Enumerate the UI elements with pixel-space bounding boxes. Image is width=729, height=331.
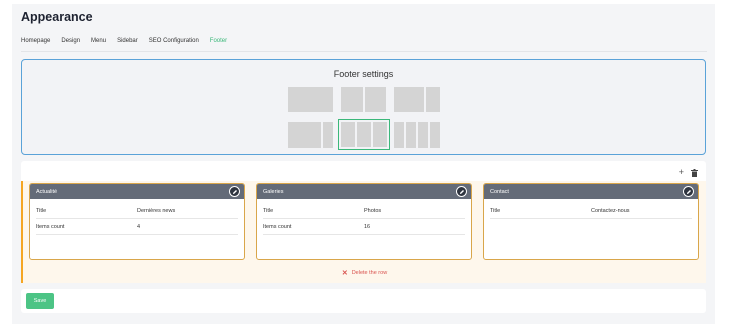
layout-block <box>394 87 425 112</box>
widget-card-contact: Contact Title Contactez-nous <box>483 183 699 260</box>
property-row: Items count 4 <box>36 219 238 235</box>
layout-block <box>418 122 428 148</box>
save-button[interactable]: Save <box>26 293 54 309</box>
card-header: Contact <box>484 184 698 199</box>
layout-block <box>373 122 387 147</box>
layout-block <box>288 87 333 112</box>
plus-icon[interactable]: + <box>679 168 684 177</box>
footer-settings-title: Footer settings <box>333 69 394 79</box>
layout-block <box>341 122 355 147</box>
tab-homepage[interactable]: Homepage <box>21 38 50 51</box>
footer-row-panel: + Actualité Title Dernières news Items c… <box>21 161 706 283</box>
layout-block <box>426 87 440 112</box>
pencil-icon <box>232 189 237 194</box>
close-icon: ✕ <box>341 270 348 277</box>
layout-option-2-columns[interactable] <box>340 86 387 113</box>
layout-option-2-columns-wide-narrow-alt[interactable] <box>287 121 334 149</box>
delete-row-button[interactable]: ✕ Delete the row <box>23 269 706 277</box>
layout-option-1-column[interactable] <box>287 86 334 113</box>
property-value: 16 <box>364 224 371 230</box>
property-value: Photos <box>364 208 382 214</box>
layout-block <box>364 87 386 112</box>
save-panel: Save <box>21 289 706 313</box>
property-label: Items count <box>263 224 292 230</box>
property-label: Title <box>36 208 47 214</box>
page-title: Appearance <box>21 10 93 24</box>
appearance-page: Appearance Homepage Design Menu Sidebar … <box>12 4 715 324</box>
layout-option-2-columns-wide-narrow[interactable] <box>393 86 441 113</box>
footer-settings-panel: Footer settings <box>21 59 706 155</box>
layout-block <box>323 122 333 148</box>
layout-block <box>357 122 371 147</box>
card-header: Actualité <box>30 184 244 199</box>
widget-card-actualite: Actualité Title Dernières news Items cou… <box>29 183 245 260</box>
tab-bar: Homepage Design Menu Sidebar SEO Configu… <box>21 38 707 52</box>
property-row: Title Dernières news <box>36 203 238 219</box>
layout-block <box>406 122 416 148</box>
card-title: Galeries <box>263 188 284 195</box>
property-row: Title Photos <box>263 203 465 219</box>
tab-footer[interactable]: Footer <box>210 38 227 51</box>
delete-row-label: Delete the row <box>351 270 388 276</box>
property-value: Dernières news <box>137 208 176 214</box>
tab-seo-configuration[interactable]: SEO Configuration <box>149 38 199 51</box>
card-title: Contact <box>490 188 509 195</box>
property-value: 4 <box>137 224 141 230</box>
tab-design[interactable]: Design <box>61 38 80 51</box>
layout-block <box>288 122 321 148</box>
pencil-icon <box>686 189 691 194</box>
edit-button[interactable] <box>229 186 240 197</box>
layout-block <box>394 122 404 148</box>
property-row: Items count 16 <box>263 219 465 235</box>
layout-option-3-columns[interactable] <box>338 119 390 150</box>
card-title: Actualité <box>36 188 58 195</box>
card-header: Galeries <box>257 184 471 199</box>
pencil-icon <box>459 189 464 194</box>
layout-block <box>341 87 363 112</box>
property-label: Title <box>490 208 501 214</box>
property-value: Contactez-nous <box>591 208 630 214</box>
trash-icon[interactable] <box>691 169 698 177</box>
property-label: Items count <box>36 224 65 230</box>
edit-button[interactable] <box>456 186 467 197</box>
layout-block <box>430 122 440 148</box>
property-row: Title Contactez-nous <box>490 203 692 219</box>
widget-card-galeries: Galeries Title Photos Items count 16 <box>256 183 472 260</box>
edit-button[interactable] <box>683 186 694 197</box>
tab-sidebar[interactable]: Sidebar <box>117 38 138 51</box>
footer-row: Actualité Title Dernières news Items cou… <box>21 181 706 283</box>
layout-option-4-columns[interactable] <box>393 121 441 149</box>
property-label: Title <box>263 208 274 214</box>
tab-menu[interactable]: Menu <box>91 38 106 51</box>
